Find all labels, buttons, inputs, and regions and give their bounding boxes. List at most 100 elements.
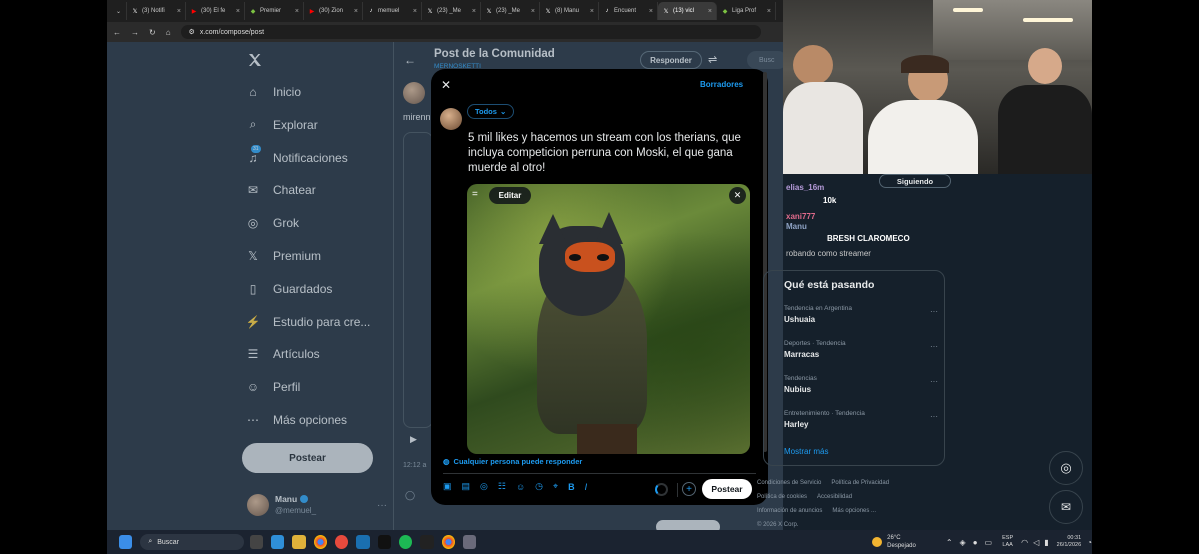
trend-name: Ushuaia	[784, 315, 816, 324]
browser-tab[interactable]: ♪ Encuent ×	[599, 2, 658, 20]
clock[interactable]: 00:31 26/1/2026	[1057, 535, 1081, 549]
forward-icon[interactable]: →	[131, 28, 139, 37]
attached-image[interactable]: = Editar ✕	[467, 184, 750, 454]
audience-selector[interactable]: Todos ⌄	[467, 104, 515, 119]
language-indicator[interactable]: ESP LAA	[1002, 535, 1013, 549]
wifi-icon[interactable]: ◠	[1021, 538, 1028, 547]
edge-icon[interactable]	[270, 535, 285, 549]
home-icon[interactable]: ⌂	[166, 28, 171, 37]
footer-link[interactable]: Condiciones de Servicio	[757, 480, 821, 486]
tab-list-button[interactable]: ⌄	[111, 2, 127, 20]
ceiling-light	[1023, 18, 1073, 22]
start-icon[interactable]	[119, 535, 133, 549]
more-icon[interactable]: ···	[930, 412, 938, 421]
footer-link[interactable]: Política de Privacidad	[831, 480, 889, 486]
browser-tab[interactable]: 𝕏 (13) vicl ×	[658, 2, 717, 20]
messages-fab-icon[interactable]: ✉	[1049, 490, 1083, 524]
app-icon[interactable]	[334, 535, 349, 549]
gif-icon[interactable]: ▤	[462, 481, 471, 492]
spotify-icon[interactable]	[398, 535, 413, 549]
media-icon[interactable]: ▣	[443, 481, 452, 492]
grok-fab-icon[interactable]: ◎	[1049, 451, 1083, 485]
more-icon[interactable]: ···	[930, 307, 938, 316]
trend-item[interactable]: Entretenimiento · Tendencia Harley ···	[784, 410, 944, 429]
youtube-icon: ▶	[309, 8, 315, 15]
battery-status-icon[interactable]: ▮	[1044, 538, 1048, 547]
footer-link[interactable]: Información de anuncios	[757, 508, 822, 514]
footer-links: Condiciones de Servicio Política de Priva…	[757, 476, 957, 532]
weather-widget[interactable]: 26°C Despejado	[872, 534, 916, 550]
drafts-link[interactable]: Borradores	[700, 80, 743, 89]
tab-close-icon[interactable]: ×	[472, 8, 476, 15]
browser-tab[interactable]: 𝕏 (8) Manu ×	[540, 2, 599, 20]
tab-close-icon[interactable]: ×	[413, 8, 417, 15]
reply-setting[interactable]: ◍ Cualquier persona puede responder	[443, 457, 582, 466]
trend-item[interactable]: Deportes · Tendencia Marracas ···	[784, 340, 944, 359]
app-icon[interactable]	[420, 535, 434, 549]
following-button[interactable]: Siguiendo	[879, 174, 951, 188]
more-icon[interactable]: ···	[930, 377, 938, 386]
grok-icon[interactable]: ◎	[480, 481, 488, 492]
chevron-up-icon[interactable]: ⌃	[946, 538, 953, 547]
tab-close-icon[interactable]: ×	[295, 8, 299, 15]
browser-tab[interactable]: ◆ Liga Prof ×	[717, 2, 776, 20]
show-more-link[interactable]: Mostrar más	[784, 447, 828, 456]
tab-close-icon[interactable]: ×	[354, 8, 358, 15]
add-post-icon[interactable]: +	[682, 482, 696, 496]
schedule-icon[interactable]: ◷	[535, 481, 543, 492]
emoji-icon[interactable]: ☺	[516, 482, 525, 492]
battery-icon[interactable]: ▭	[985, 538, 993, 547]
trend-item[interactable]: Tendencias Nubius ···	[784, 375, 944, 394]
footer-link[interactable]: © 2026 X Corp.	[757, 522, 798, 528]
clock-time: 00:31	[1067, 535, 1082, 541]
steam-icon[interactable]	[356, 535, 370, 549]
chrome-icon[interactable]	[313, 535, 327, 549]
mic-icon[interactable]: ●	[973, 538, 978, 547]
browser-tab[interactable]: ♪ memuel ×	[363, 2, 422, 20]
tab-label: Liga Prof	[732, 8, 757, 14]
folder-icon[interactable]	[292, 535, 306, 549]
browser-tab[interactable]: 𝕏 (3) Notifi ×	[127, 2, 186, 20]
footer-link[interactable]: Más opciones ...	[832, 508, 876, 514]
more-icon[interactable]: ···	[930, 342, 938, 351]
browser-tab[interactable]: ▶ (30) Zion ×	[304, 2, 363, 20]
trend-context: Deportes · Tendencia	[784, 340, 846, 347]
italic-icon[interactable]: I	[585, 482, 588, 492]
network-icon[interactable]: ◈	[960, 538, 966, 547]
edit-image-button[interactable]: Editar	[489, 187, 531, 204]
browser-tab[interactable]: ▶ (30) El fe ×	[186, 2, 245, 20]
task-view-icon[interactable]	[249, 535, 263, 549]
poll-icon[interactable]: ☷	[498, 481, 506, 492]
tab-close-icon[interactable]: ×	[236, 8, 240, 15]
taskbar-search[interactable]: ⌕ Buscar	[140, 534, 244, 550]
tab-close-icon[interactable]: ×	[708, 8, 712, 15]
tiktok-icon[interactable]	[377, 535, 391, 549]
tab-close-icon[interactable]: ×	[767, 8, 771, 15]
compose-post-button[interactable]: Postear	[702, 479, 752, 499]
app-icon[interactable]	[462, 535, 477, 549]
compose-textarea[interactable]: 5 mil likes y hacemos un stream con los …	[468, 131, 753, 176]
browser-tab[interactable]: ◆ Premier ×	[245, 2, 304, 20]
tab-close-icon[interactable]: ×	[177, 8, 181, 15]
location-icon[interactable]: ⌖	[553, 481, 558, 492]
trend-item[interactable]: Tendencia en Argentina Ushuaia ···	[784, 305, 944, 324]
reload-icon[interactable]: ↻	[149, 28, 156, 37]
remove-image-icon[interactable]: ✕	[729, 187, 746, 204]
media-menu-icon[interactable]: =	[472, 189, 482, 201]
url-field[interactable]: ⚙ x.com/compose/post	[180, 25, 761, 39]
browser-tab[interactable]: 𝕏 (23) _Me ×	[481, 2, 540, 20]
tab-close-icon[interactable]: ×	[531, 8, 535, 15]
tab-close-icon[interactable]: ×	[590, 8, 594, 15]
browser-tab[interactable]: 𝕏 (23) _Me ×	[422, 2, 481, 20]
volume-icon[interactable]: ◁	[1033, 538, 1039, 547]
back-icon[interactable]: ←	[113, 28, 121, 37]
footer-link[interactable]: Accesibilidad	[817, 494, 852, 500]
footer-link[interactable]: Política de cookies	[757, 494, 807, 500]
site-info-icon[interactable]: ⚙	[189, 28, 195, 36]
notifications-icon[interactable]: ◔	[1087, 538, 1092, 547]
tab-close-icon[interactable]: ×	[649, 8, 653, 15]
bold-icon[interactable]: B	[568, 482, 575, 492]
chrome-icon[interactable]	[441, 535, 455, 549]
close-icon[interactable]: ✕	[441, 78, 451, 92]
tab-label: Encuent	[614, 8, 637, 14]
